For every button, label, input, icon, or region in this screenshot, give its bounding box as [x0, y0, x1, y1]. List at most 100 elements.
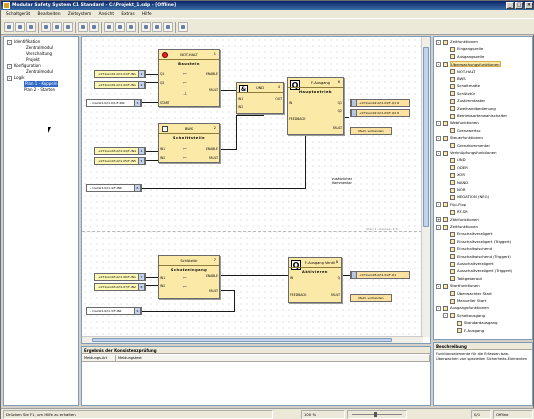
column-meldungstext[interactable]: Meldungstext	[116, 355, 430, 362]
block-bws[interactable]: BWS 2 Schnittstelle IN1 IN2 ENABLE FAULT…	[158, 123, 220, 163]
collapse-icon[interactable]: -	[436, 305, 441, 311]
undo-icon[interactable]	[78, 22, 88, 32]
input-cell[interactable]: +ST1/ein01.0/I1.02/F-IN1 2	[94, 81, 146, 89]
collapse-icon[interactable]: -	[443, 313, 448, 319]
library-item[interactable]: Zeitfunktionen	[450, 224, 478, 230]
tree-item-plan2[interactable]: Plan 2 - Starten	[24, 87, 55, 93]
library-item[interactable]: Steuerfunktionen	[450, 135, 483, 141]
library-item[interactable]: NEGATION (NEG)	[457, 194, 489, 200]
transfer-icon[interactable]	[152, 22, 162, 32]
menu-ansicht[interactable]: Ansicht	[99, 11, 114, 16]
library-item[interactable]: Zustimmtaster	[457, 98, 485, 104]
new-file-icon[interactable]	[4, 22, 14, 32]
library-item[interactable]: Ausgangsfunktionen	[450, 305, 489, 311]
block-f-ausgang-hauptantrieb[interactable]: Q F-Ausgang 6 Hauptantrieb IN FEEDBACK Q…	[287, 77, 344, 135]
library-item[interactable]: Zweihandbedienung	[457, 106, 496, 112]
close-button[interactable]: ×	[525, 2, 533, 9]
help-icon[interactable]	[178, 22, 188, 32]
menu-extras[interactable]: Extras	[121, 11, 134, 16]
online-icon[interactable]	[163, 22, 173, 32]
collapse-icon[interactable]: -	[436, 150, 441, 156]
library-item[interactable]: Zählfunktionen	[450, 217, 479, 223]
save-icon[interactable]	[26, 22, 36, 32]
copy-icon[interactable]	[52, 22, 62, 32]
library-item[interactable]: Einschaltwischend	[457, 246, 492, 252]
expand-icon[interactable]: +	[436, 217, 441, 223]
output-cell[interactable]: · +ST1/ein02.0/I1.03/F-Q2 R	[350, 109, 410, 117]
library-item[interactable]: F-Ausgang	[464, 328, 484, 334]
input-cell[interactable]: +ST1/ein03.0/I1.04/F-IN4 4	[94, 147, 146, 155]
collapse-icon[interactable]: -	[436, 202, 441, 208]
status-zoom-slider[interactable]	[347, 410, 407, 419]
library-item[interactable]: ODER	[457, 165, 468, 171]
menu-bearbeiten[interactable]: Bearbeiten	[38, 11, 61, 16]
library-item[interactable]: Taktgeberaut	[457, 276, 482, 282]
block-not-halt[interactable]: NOT-HALT 1 Baustein Q1 Q2 START ENABLE F…	[158, 49, 220, 107]
collapse-icon[interactable]: -	[436, 39, 441, 45]
column-meldungs-art[interactable]: Meldungs-Art	[82, 355, 116, 362]
library-item[interactable]: Schaltmatte	[457, 83, 480, 89]
output-cell[interactable]: · +ST1/ein05.0/I1.01/F-Q1	[350, 271, 410, 279]
library-item[interactable]: Zeitfunktionen	[450, 39, 478, 45]
collapse-icon[interactable]: -	[436, 61, 441, 67]
library-item[interactable]: NOR	[457, 187, 465, 193]
zoom-out-icon[interactable]	[115, 22, 125, 32]
library-item[interactable]: Ausgangszelle	[457, 54, 484, 60]
input-cell[interactable]: +ST1/ein03.0/I1.05/F-IN5 5	[94, 157, 146, 165]
library-item[interactable]: Manueller Start	[457, 298, 486, 304]
collapse-icon[interactable]: -	[7, 64, 12, 69]
logic-canvas[interactable]: NOT-HALT 1 Baustein Q1 Q2 START ENABLE F…	[82, 37, 422, 337]
canvas-vertical-scrollbar[interactable]	[421, 37, 430, 337]
diagram-comment[interactable]: zusätzlicher Kommentar	[324, 177, 360, 185]
library-item[interactable]: Ausschaltverzögert (Triggert)	[457, 268, 512, 274]
library-item[interactable]: Betriebsartenwahlschalter	[457, 113, 507, 119]
library-item[interactable]: Ausschaltverzögert	[457, 261, 494, 267]
input-cell[interactable]: +ST1/ein03.0/I1.07/F-IN2 8	[94, 283, 146, 291]
status-zoom[interactable]: 100 %	[301, 410, 345, 419]
collapse-icon[interactable]: -	[436, 224, 441, 230]
grid-icon[interactable]	[126, 22, 136, 32]
zoom-in-icon[interactable]	[104, 22, 114, 32]
menu-zeitsystem[interactable]: Zeitsystem	[68, 11, 91, 16]
collapse-icon[interactable]: -	[436, 135, 441, 141]
block-f-ausgang-ventil[interactable]: Q F-Ausgang Ventil 8 Aktivieren IN FEEDB…	[288, 257, 342, 303]
input-cell[interactable]: +ST1/ein01.0/I1.01/F-IN1 1	[94, 70, 146, 78]
paste-icon[interactable]	[63, 22, 73, 32]
collapse-icon[interactable]: -	[436, 283, 441, 289]
library-item[interactable]: Schütztür	[457, 91, 475, 97]
library-item[interactable]: XOR	[457, 172, 465, 178]
collapse-icon[interactable]: -	[7, 40, 12, 45]
minimize-button[interactable]: _	[506, 2, 514, 9]
library-item[interactable]: BWS	[457, 76, 466, 82]
library-item[interactable]: Grenzkommentar	[457, 143, 490, 149]
fault-output-cell[interactable]: Meld. vorhanden	[350, 127, 392, 135]
library-item[interactable]: NOT-HALT	[457, 69, 476, 75]
library-item[interactable]: Überwachter Start	[457, 291, 492, 297]
library-item[interactable]: NAND	[457, 180, 468, 186]
library-item[interactable]: Eingangszelle	[457, 46, 483, 52]
library-item[interactable]: Verknüpfungsfunktionen	[450, 150, 497, 156]
library-item[interactable]: Einschaltverzögert	[457, 231, 492, 237]
collapse-icon[interactable]: -	[436, 120, 441, 126]
output-cell[interactable]: · +ST1/ein02.0/I1.03/F-Q1 R	[350, 99, 410, 107]
check-consistency-icon[interactable]	[141, 22, 151, 32]
block-schuetztuer[interactable]: Schütztür 7 Schutzeingang IN1 IN2 ENABLE…	[158, 255, 220, 299]
collapse-icon[interactable]: -	[7, 76, 12, 81]
library-item[interactable]: UND	[457, 157, 466, 163]
input-cell[interactable]: +ST1/ein03.0/I1.06/F-IN1 7	[94, 273, 146, 281]
block-und[interactable]: & UND 4 IN1 IN2 OUT	[236, 82, 284, 114]
library-item[interactable]: Startfunktionen	[450, 283, 480, 289]
canvas-horizontal-scrollbar[interactable]	[82, 336, 423, 343]
library-item[interactable]: Standardausgang	[464, 320, 498, 326]
input-cell[interactable]: - 1/ein01.0/I1.4/F-IN6 6	[86, 184, 142, 192]
menu-schaltgeraet[interactable]: Schaltgerät	[6, 11, 30, 16]
input-cell[interactable]: - 1/ein01.0/I1.3/F-IN1 9	[86, 307, 142, 315]
menu-hilfe[interactable]: Hilfe	[142, 11, 152, 16]
redo-icon[interactable]	[89, 22, 99, 32]
maximize-button[interactable]: □	[515, 2, 523, 9]
library-item[interactable]: Flip-Flop	[450, 202, 466, 208]
open-file-icon[interactable]	[15, 22, 25, 32]
tree-item-zentralmodul-config[interactable]: Zentralmodul	[26, 69, 53, 75]
input-cell[interactable]: - 1/ein01.0/I1.0/1/F-IN2 3	[86, 99, 142, 107]
tree-item-logik[interactable]: Logik	[14, 75, 25, 81]
